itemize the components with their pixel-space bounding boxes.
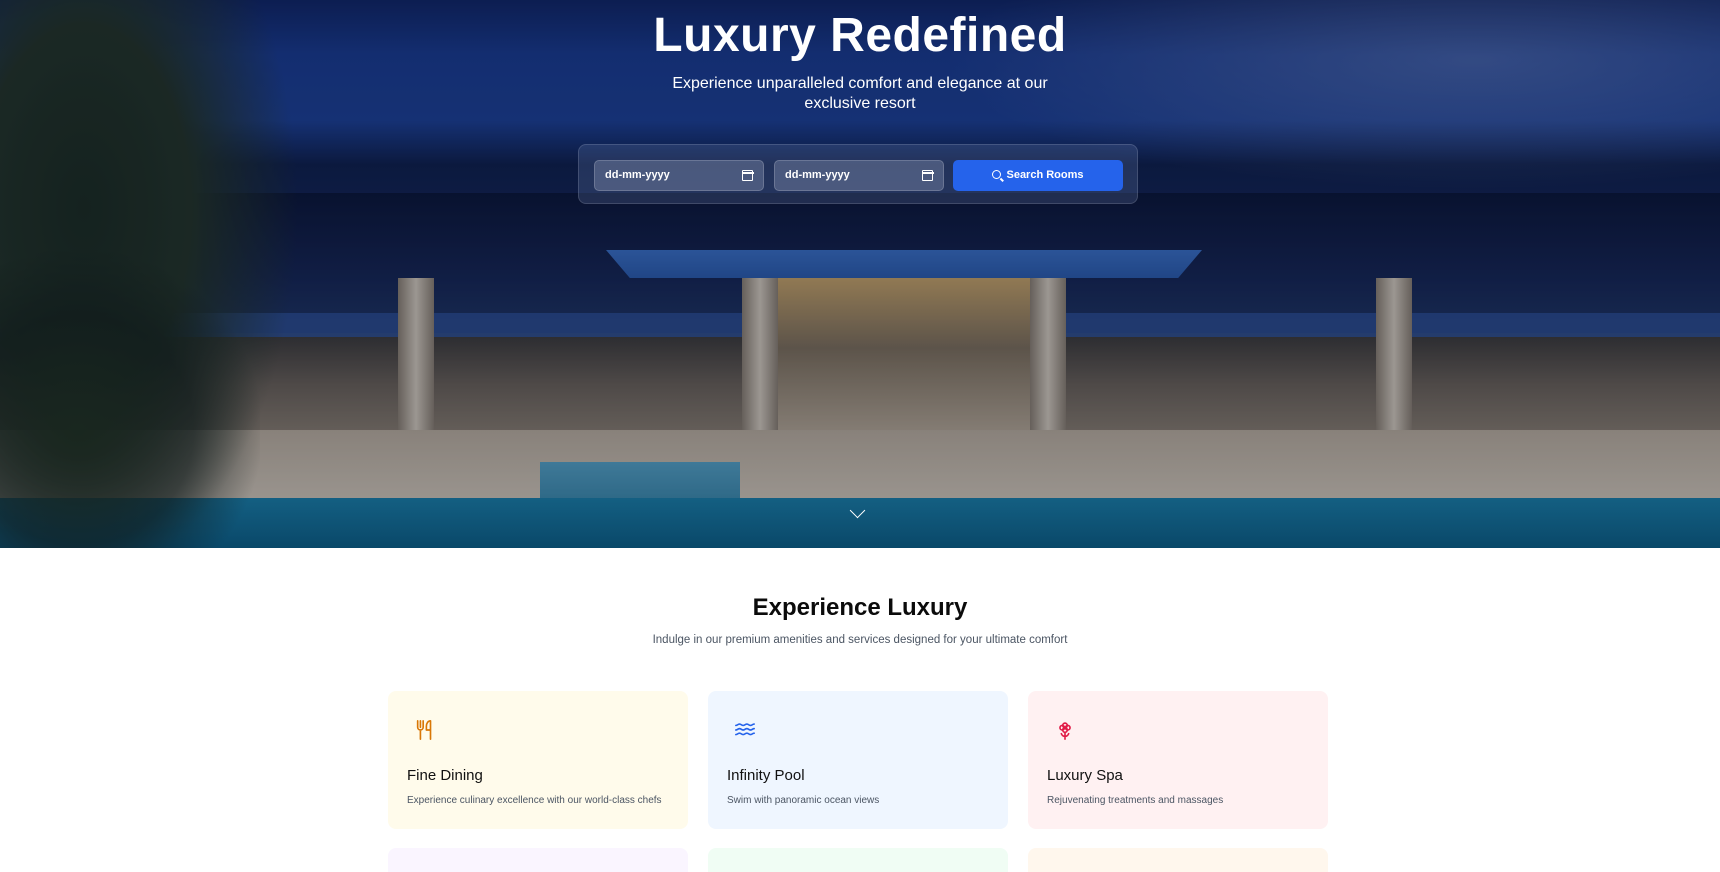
hero-subtitle: Experience unparalleled comfort and eleg… xyxy=(672,75,1048,112)
amenity-title: Infinity Pool xyxy=(727,767,805,784)
amenity-title: Fine Dining xyxy=(407,767,483,784)
booking-search-panel: dd-mm-yyyy dd-mm-yyyy Search Rooms xyxy=(578,144,1138,204)
waves-icon xyxy=(735,723,755,736)
flower-icon xyxy=(1059,722,1071,740)
search-rooms-label: Search Rooms xyxy=(1006,169,1084,181)
amenity-description: Swim with panoramic ocean views xyxy=(727,795,880,806)
calendar-icon[interactable] xyxy=(741,170,754,181)
hero-title: Luxury Redefined xyxy=(653,9,1067,62)
search-icon xyxy=(992,170,1002,179)
amenity-card-luxury-spa[interactable]: Luxury Spa Rejuvenating treatments and m… xyxy=(1028,691,1328,829)
amenity-card[interactable] xyxy=(708,848,1008,872)
check-out-placeholder: dd-mm-yyyy xyxy=(785,169,850,181)
amenity-card[interactable] xyxy=(1028,848,1328,872)
amenity-title: Luxury Spa xyxy=(1047,767,1123,784)
amenity-card-infinity-pool[interactable]: Infinity Pool Swim with panoramic ocean … xyxy=(708,691,1008,829)
search-rooms-button[interactable]: Search Rooms xyxy=(953,160,1123,191)
check-in-placeholder: dd-mm-yyyy xyxy=(605,169,670,181)
amenities-title: Experience Luxury xyxy=(752,594,968,621)
check-out-date-input[interactable]: dd-mm-yyyy xyxy=(774,160,944,191)
amenity-description: Rejuvenating treatments and massages xyxy=(1047,795,1224,806)
amenities-subtitle: Indulge in our premium amenities and ser… xyxy=(652,634,1068,646)
amenity-description: Experience culinary excellence with our … xyxy=(407,795,662,806)
amenity-card[interactable] xyxy=(388,848,688,872)
hero-section: Luxury Redefined Experience unparalleled… xyxy=(0,0,1720,548)
utensils-icon xyxy=(416,720,432,740)
amenity-card-fine-dining[interactable]: Fine Dining Experience culinary excellen… xyxy=(388,691,688,829)
calendar-icon[interactable] xyxy=(921,170,934,181)
check-in-date-input[interactable]: dd-mm-yyyy xyxy=(594,160,764,191)
